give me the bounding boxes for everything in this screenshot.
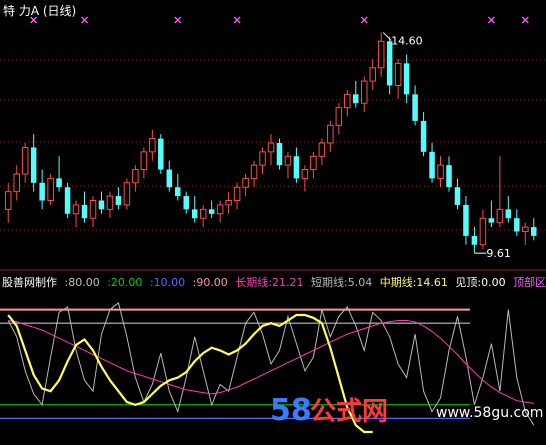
candle-body (21, 146, 29, 175)
candle-body (132, 169, 139, 184)
candle-body (301, 169, 309, 179)
candle-body (175, 187, 181, 197)
candle-body (377, 40, 385, 69)
candle-body (39, 182, 45, 201)
candle-body (267, 142, 275, 153)
level-label-90: :90.00 (193, 276, 228, 289)
candle-body (72, 204, 80, 215)
candle-body (64, 187, 71, 214)
candle-body (360, 80, 368, 104)
candle-body (420, 120, 427, 152)
level-label-80: :80.00 (65, 276, 100, 289)
series-name-short: 短期线 (311, 275, 344, 289)
candle-body (335, 107, 343, 126)
candle-body (250, 164, 258, 179)
candle-body (454, 187, 461, 205)
candle-body (479, 217, 487, 246)
watermark-number: 58 (270, 393, 312, 428)
candle-body (4, 191, 12, 210)
watermark-url: www.58gu.com (436, 405, 543, 421)
watermark-cn: 公式网 (310, 397, 388, 427)
series-value-short: :5.04 (344, 276, 372, 289)
candle-body (183, 196, 189, 210)
level-label-10: :10.00 (150, 276, 185, 289)
series-name-mid: 中期线 (380, 275, 413, 289)
candle-body (81, 204, 88, 219)
candle-body (56, 178, 62, 188)
candle-body (199, 208, 207, 219)
candle-body (216, 204, 224, 215)
candle-body (140, 151, 148, 171)
candle-body (471, 235, 478, 245)
chart-canvas: 特 力A (日线) 14.60 9.61 股善网制作 :80.00 :20.00… (0, 0, 546, 445)
series-value-long: :21.21 (268, 276, 303, 289)
candle-body (496, 208, 504, 224)
candle-body (89, 200, 97, 219)
candle-body (98, 200, 105, 210)
candle-body (259, 151, 266, 166)
series-name-long: 长期线 (235, 275, 268, 289)
level-label-20: :20.00 (107, 276, 142, 289)
candle-body (310, 155, 317, 171)
indicator-legend: 股善网制作 :80.00 :20.00 :10.00 :90.00 长期线:21… (2, 275, 546, 289)
candle-body (522, 226, 529, 232)
top-signal-label: 见顶:0.00 (455, 276, 505, 289)
indicator-name: 股善网制作 (2, 275, 57, 289)
candle-body (276, 143, 283, 166)
candle-body (284, 155, 292, 166)
candle-body (242, 177, 249, 188)
candle-body (166, 169, 173, 188)
candle-body (531, 227, 537, 236)
candle-body (123, 182, 131, 206)
candle-body (149, 138, 156, 153)
top-zone-label: 顶部区 (513, 275, 546, 289)
candle-body (369, 67, 376, 82)
candle-body (233, 186, 241, 202)
candle-body (115, 196, 122, 205)
candle-body (505, 209, 512, 219)
candle-body (344, 93, 351, 109)
candle-body (386, 41, 393, 86)
candle-body (463, 204, 469, 236)
candle-body (394, 62, 402, 87)
candle-body (106, 195, 114, 210)
series-value-mid: :14.61 (413, 276, 448, 289)
candle-body (429, 151, 435, 179)
candle-body (30, 147, 37, 183)
candle-body (47, 177, 54, 202)
candle-body (191, 209, 198, 219)
candle-body (488, 218, 495, 223)
high-price-label: 14.60 (391, 34, 423, 47)
candle-body (403, 63, 410, 95)
candle-body (514, 218, 520, 232)
candle-body (446, 165, 452, 188)
candle-body (225, 200, 232, 206)
candle-body (158, 138, 164, 170)
candle-body (353, 94, 359, 104)
candle-body (327, 124, 334, 144)
low-price-label: 9.61 (486, 247, 511, 260)
candle-body (13, 173, 20, 193)
candle-body (293, 156, 300, 179)
candle-body (208, 209, 215, 214)
chart-title: 特 力A (日线) (3, 3, 76, 18)
candle-body (437, 164, 444, 179)
candle-body (412, 94, 418, 121)
candle-body (318, 142, 326, 157)
